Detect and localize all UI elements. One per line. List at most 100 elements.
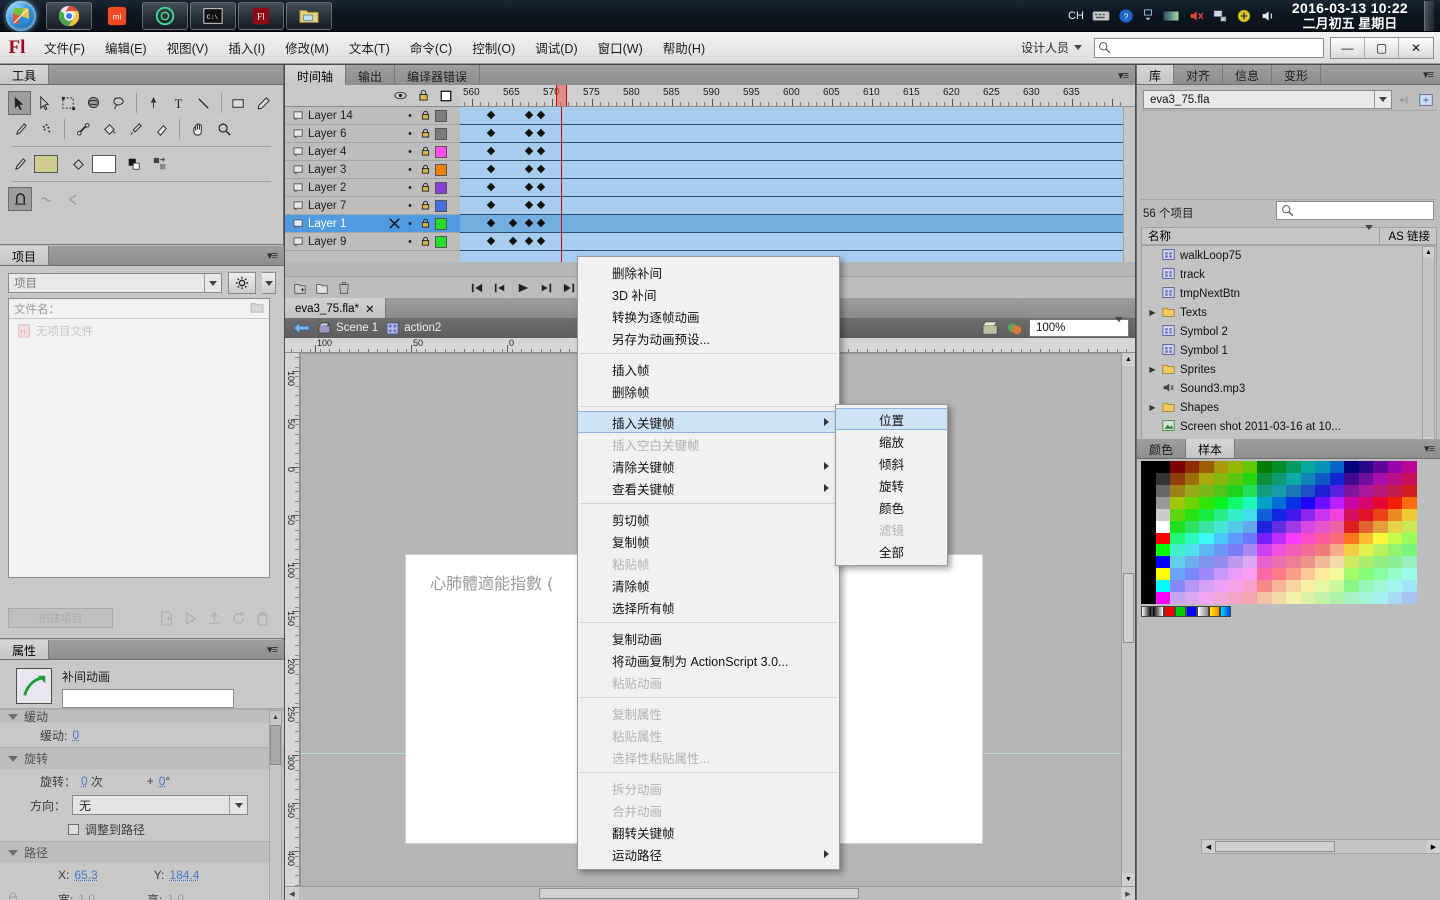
bone-tool[interactable]: [71, 117, 95, 141]
tab-tools[interactable]: 工具: [0, 65, 50, 84]
color-swatch[interactable]: [1257, 520, 1272, 533]
document-tab-eva3[interactable]: eva3_75.fla* ✕: [285, 298, 386, 318]
color-swatch[interactable]: [1271, 496, 1287, 509]
layer-visibility-dot[interactable]: •: [405, 200, 415, 212]
properties-scrollbar[interactable]: ▲ ▼: [269, 710, 282, 900]
layer-outline-color[interactable]: [435, 181, 447, 194]
zoom-select[interactable]: 100%: [1029, 317, 1129, 337]
color-swatch[interactable]: [1271, 508, 1287, 521]
outline-icon[interactable]: [440, 90, 452, 102]
stage-v-scroll-thumb[interactable]: [1123, 573, 1134, 643]
color-swatch[interactable]: [1271, 592, 1287, 604]
color-swatch[interactable]: [1286, 496, 1301, 509]
library-row[interactable]: ▶ Sprites: [1142, 360, 1436, 379]
context-menu-item[interactable]: 插入关键帧: [578, 411, 839, 433]
no-color-swatch[interactable]: [92, 155, 116, 173]
context-menu-item[interactable]: 删除帧: [578, 380, 839, 402]
submenu-item[interactable]: 缩放: [836, 430, 947, 452]
library-row[interactable]: Sound3.mp3: [1142, 379, 1436, 398]
stage-h-scroll-thumb[interactable]: [539, 888, 859, 899]
3d-rotation-tool[interactable]: [82, 91, 105, 115]
keyframe-marker[interactable]: [486, 236, 496, 246]
tab-transform[interactable]: 变形: [1272, 65, 1322, 84]
color-swatch[interactable]: [1373, 496, 1388, 509]
color-swatch[interactable]: [1315, 568, 1330, 581]
color-swatch[interactable]: [1344, 568, 1359, 581]
color-swatch[interactable]: [1242, 508, 1258, 521]
color-swatch[interactable]: [1155, 484, 1171, 497]
color-swatch[interactable]: [1329, 532, 1345, 545]
color-swatch[interactable]: [1257, 461, 1272, 473]
color-swatch[interactable]: [1344, 508, 1359, 521]
layer-lock-icon[interactable]: [419, 182, 431, 193]
color-swatch[interactable]: [1213, 472, 1229, 485]
trash-icon[interactable]: [255, 611, 270, 626]
color-swatch[interactable]: [1170, 496, 1185, 509]
color-swatch[interactable]: [1286, 532, 1301, 545]
menu-edit[interactable]: 编辑(E): [95, 34, 157, 61]
color-swatch[interactable]: [1141, 461, 1156, 473]
project-settings-caret[interactable]: [262, 272, 276, 294]
color-swatch[interactable]: [1315, 472, 1330, 485]
keyframe-marker[interactable]: [486, 146, 496, 156]
keyframe-marker[interactable]: [536, 164, 546, 174]
color-swatch[interactable]: [1199, 592, 1214, 604]
color-swatch[interactable]: [1358, 556, 1374, 569]
color-swatch[interactable]: [1329, 496, 1345, 509]
stage-h-scroll-track[interactable]: [299, 887, 1121, 900]
close-icon[interactable]: ✕: [365, 302, 375, 316]
taskbar-cmd-icon[interactable]: C:\: [190, 1, 236, 30]
color-swatch[interactable]: [1300, 461, 1316, 473]
menu-debug[interactable]: 调试(D): [525, 34, 587, 61]
section-ease-header[interactable]: 缓动: [0, 709, 284, 723]
menu-control[interactable]: 控制(O): [462, 34, 525, 61]
color-swatch[interactable]: [1257, 484, 1272, 497]
color-swatch[interactable]: [1242, 568, 1258, 581]
search-input[interactable]: [1111, 41, 1311, 54]
color-swatch[interactable]: [1228, 592, 1243, 604]
vertical-ruler[interactable]: 100 50 0 50 100 150 200 250 300 350 400: [285, 353, 300, 886]
context-menu-item[interactable]: 运动路径: [578, 843, 839, 865]
color-swatch[interactable]: [1387, 508, 1403, 521]
properties-panel-menu-icon[interactable]: ▾≡: [260, 640, 284, 659]
fill-color-swatch[interactable]: [34, 155, 58, 173]
show-hidden-icons-icon[interactable]: [1142, 8, 1154, 23]
submenu-item[interactable]: 倾斜: [836, 452, 947, 474]
context-menu-item[interactable]: 复制帧: [578, 530, 839, 552]
layer-outline-color[interactable]: [435, 127, 447, 140]
smooth-option-icon[interactable]: [34, 187, 58, 211]
tab-output[interactable]: 输出: [346, 65, 396, 85]
keyframe-marker[interactable]: [486, 182, 496, 192]
properties-scroll-thumb[interactable]: [270, 725, 281, 765]
layer-row[interactable]: Layer 3 •: [285, 161, 460, 179]
step-back-icon[interactable]: [493, 282, 507, 294]
taskbar-clock[interactable]: 2016-03-13 10:22 二月初五 星期日: [1284, 0, 1416, 31]
color-swatch[interactable]: [1402, 520, 1417, 533]
color-swatch[interactable]: [1344, 520, 1359, 533]
color-swatch[interactable]: [1257, 496, 1272, 509]
color-swatch[interactable]: [1213, 484, 1229, 497]
color-swatch[interactable]: [1199, 580, 1214, 593]
color-swatch[interactable]: [1155, 461, 1171, 473]
lock-aspect-icon[interactable]: [6, 891, 20, 900]
color-swatch[interactable]: [1213, 592, 1229, 604]
color-swatch[interactable]: [1184, 532, 1200, 545]
color-swatch[interactable]: [1402, 544, 1417, 557]
go-to-first-icon[interactable]: [470, 282, 484, 294]
color-swatch[interactable]: [1184, 472, 1200, 485]
ease-value[interactable]: 0: [72, 728, 79, 742]
keyframe-marker[interactable]: [486, 164, 496, 174]
color-swatch[interactable]: [1315, 496, 1330, 509]
color-swatch[interactable]: [1257, 592, 1272, 604]
refresh-icon[interactable]: [231, 611, 246, 626]
layer-visibility-dot[interactable]: •: [405, 218, 415, 230]
color-swatch[interactable]: [1344, 556, 1359, 569]
rectangle-tool[interactable]: [228, 91, 251, 115]
paint-bucket-tool[interactable]: [97, 117, 121, 141]
section-rotate-header[interactable]: 旋转: [0, 747, 284, 769]
color-swatch[interactable]: [1184, 496, 1200, 509]
instance-name-field[interactable]: [62, 689, 234, 708]
zoom-tool[interactable]: [212, 117, 236, 141]
context-menu-item[interactable]: 插入帧: [578, 358, 839, 380]
color-swatch[interactable]: [1228, 484, 1243, 497]
